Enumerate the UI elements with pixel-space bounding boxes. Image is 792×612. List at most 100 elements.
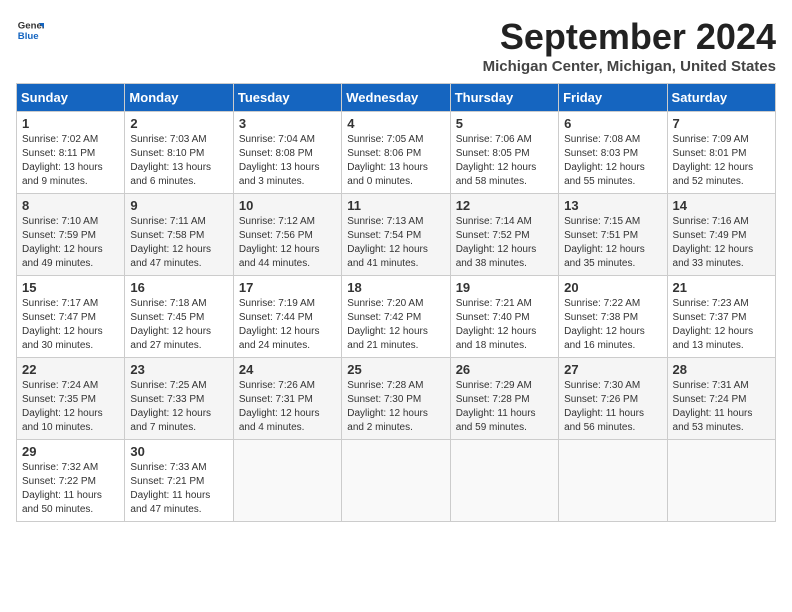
header-friday: Friday bbox=[559, 84, 667, 112]
table-cell: 10 Sunrise: 7:12 AMSunset: 7:56 PMDayligh… bbox=[233, 194, 341, 276]
day-number: 6 bbox=[564, 116, 661, 131]
table-cell: 22 Sunrise: 7:24 AMSunset: 7:35 PMDayligh… bbox=[17, 358, 125, 440]
day-number: 26 bbox=[456, 362, 553, 377]
header-monday: Monday bbox=[125, 84, 233, 112]
location-title: Michigan Center, Michigan, United States bbox=[483, 58, 776, 75]
table-cell: 27Sunrise: 7:30 AMSunset: 7:26 PMDayligh… bbox=[559, 358, 667, 440]
table-cell bbox=[559, 440, 667, 522]
table-cell: 23Sunrise: 7:25 AMSunset: 7:33 PMDayligh… bbox=[125, 358, 233, 440]
day-number: 17 bbox=[239, 280, 336, 295]
header-saturday: Saturday bbox=[667, 84, 775, 112]
day-number: 18 bbox=[347, 280, 444, 295]
table-cell: 26 Sunrise: 7:29 AMSunset: 7:28 PMDayligh… bbox=[450, 358, 558, 440]
table-cell: 21 Sunrise: 7:23 AMSunset: 7:37 PMDayligh… bbox=[667, 276, 775, 358]
day-number: 10 bbox=[239, 198, 336, 213]
svg-text:General: General bbox=[18, 20, 44, 31]
svg-text:Blue: Blue bbox=[18, 31, 39, 42]
day-number: 25 bbox=[347, 362, 444, 377]
day-number: 19 bbox=[456, 280, 553, 295]
day-info: Sunrise: 7:23 AMSunset: 7:37 PMDaylight:… bbox=[673, 297, 770, 353]
table-cell: 15 Sunrise: 7:17 AMSunset: 7:47 PMDayligh… bbox=[17, 276, 125, 358]
calendar-row: 29Sunrise: 7:32 AMSunset: 7:22 PMDayligh… bbox=[17, 440, 776, 522]
day-number: 4 bbox=[347, 116, 444, 131]
logo: General Blue bbox=[16, 16, 44, 44]
table-cell: 2Sunrise: 7:03 AMSunset: 8:10 PMDaylight… bbox=[125, 112, 233, 194]
calendar-table: Sunday Monday Tuesday Wednesday Thursday… bbox=[16, 83, 776, 522]
day-number: 28 bbox=[673, 362, 770, 377]
day-number: 21 bbox=[673, 280, 770, 295]
day-info: Sunrise: 7:19 AMSunset: 7:44 PMDaylight:… bbox=[239, 297, 336, 353]
day-number: 1 bbox=[22, 116, 119, 131]
day-info: Sunrise: 7:13 AMSunset: 7:54 PMDaylight:… bbox=[347, 215, 444, 271]
table-cell: 9Sunrise: 7:11 AMSunset: 7:58 PMDaylight… bbox=[125, 194, 233, 276]
table-cell: 6 Sunrise: 7:08 AMSunset: 8:03 PMDaylight… bbox=[559, 112, 667, 194]
table-cell bbox=[667, 440, 775, 522]
calendar-row: 1 Sunrise: 7:02 AMSunset: 8:11 PMDaylight… bbox=[17, 112, 776, 194]
header-wednesday: Wednesday bbox=[342, 84, 450, 112]
table-cell: 13 Sunrise: 7:15 AMSunset: 7:51 PMDayligh… bbox=[559, 194, 667, 276]
table-cell: 20 Sunrise: 7:22 AMSunset: 7:38 PMDayligh… bbox=[559, 276, 667, 358]
day-number: 14 bbox=[673, 198, 770, 213]
day-info: Sunrise: 7:04 AMSunset: 8:08 PMDaylight:… bbox=[239, 133, 336, 189]
day-info: Sunrise: 7:11 AMSunset: 7:58 PMDaylight:… bbox=[130, 215, 227, 271]
day-number: 2 bbox=[130, 116, 227, 131]
table-cell: 7Sunrise: 7:09 AMSunset: 8:01 PMDaylight… bbox=[667, 112, 775, 194]
logo-icon: General Blue bbox=[16, 16, 44, 44]
day-number: 12 bbox=[456, 198, 553, 213]
day-number: 20 bbox=[564, 280, 661, 295]
day-info: Sunrise: 7:33 AMSunset: 7:21 PMDaylight:… bbox=[130, 461, 227, 517]
day-info: Sunrise: 7:09 AMSunset: 8:01 PMDaylight:… bbox=[673, 133, 770, 189]
table-cell: 16Sunrise: 7:18 AMSunset: 7:45 PMDayligh… bbox=[125, 276, 233, 358]
day-number: 30 bbox=[130, 444, 227, 459]
day-info: Sunrise: 7:08 AMSunset: 8:03 PMDaylight:… bbox=[564, 133, 661, 189]
day-info: Sunrise: 7:29 AMSunset: 7:28 PMDaylight:… bbox=[456, 379, 553, 435]
month-title: September 2024 bbox=[483, 16, 776, 58]
day-info: Sunrise: 7:06 AMSunset: 8:05 PMDaylight:… bbox=[456, 133, 553, 189]
day-info: Sunrise: 7:17 AMSunset: 7:47 PMDaylight:… bbox=[22, 297, 119, 353]
table-cell bbox=[342, 440, 450, 522]
table-cell: 29Sunrise: 7:32 AMSunset: 7:22 PMDayligh… bbox=[17, 440, 125, 522]
day-info: Sunrise: 7:18 AMSunset: 7:45 PMDaylight:… bbox=[130, 297, 227, 353]
title-section: September 2024 Michigan Center, Michigan… bbox=[483, 16, 776, 75]
page-header: General Blue September 2024 Michigan Cen… bbox=[16, 16, 776, 75]
table-cell bbox=[233, 440, 341, 522]
day-number: 5 bbox=[456, 116, 553, 131]
header-tuesday: Tuesday bbox=[233, 84, 341, 112]
table-cell: 18 Sunrise: 7:20 AMSunset: 7:42 PMDayligh… bbox=[342, 276, 450, 358]
table-cell: 25 Sunrise: 7:28 AMSunset: 7:30 PMDayligh… bbox=[342, 358, 450, 440]
day-info: Sunrise: 7:16 AMSunset: 7:49 PMDaylight:… bbox=[673, 215, 770, 271]
day-number: 8 bbox=[22, 198, 119, 213]
calendar-row: 15 Sunrise: 7:17 AMSunset: 7:47 PMDayligh… bbox=[17, 276, 776, 358]
day-info: Sunrise: 7:12 AMSunset: 7:56 PMDaylight:… bbox=[239, 215, 336, 271]
table-cell: 14 Sunrise: 7:16 AMSunset: 7:49 PMDayligh… bbox=[667, 194, 775, 276]
day-info: Sunrise: 7:10 AMSunset: 7:59 PMDaylight:… bbox=[22, 215, 119, 271]
header-sunday: Sunday bbox=[17, 84, 125, 112]
table-cell: 19 Sunrise: 7:21 AMSunset: 7:40 PMDayligh… bbox=[450, 276, 558, 358]
table-cell: 5 Sunrise: 7:06 AMSunset: 8:05 PMDaylight… bbox=[450, 112, 558, 194]
day-info: Sunrise: 7:05 AMSunset: 8:06 PMDaylight:… bbox=[347, 133, 444, 189]
table-cell bbox=[450, 440, 558, 522]
day-info: Sunrise: 7:30 AMSunset: 7:26 PMDaylight:… bbox=[564, 379, 661, 435]
table-cell: 12Sunrise: 7:14 AMSunset: 7:52 PMDayligh… bbox=[450, 194, 558, 276]
day-info: Sunrise: 7:15 AMSunset: 7:51 PMDaylight:… bbox=[564, 215, 661, 271]
table-cell: 4 Sunrise: 7:05 AMSunset: 8:06 PMDaylight… bbox=[342, 112, 450, 194]
day-number: 15 bbox=[22, 280, 119, 295]
day-info: Sunrise: 7:22 AMSunset: 7:38 PMDaylight:… bbox=[564, 297, 661, 353]
day-info: Sunrise: 7:31 AMSunset: 7:24 PMDaylight:… bbox=[673, 379, 770, 435]
day-number: 13 bbox=[564, 198, 661, 213]
day-info: Sunrise: 7:02 AMSunset: 8:11 PMDaylight:… bbox=[22, 133, 119, 189]
day-info: Sunrise: 7:25 AMSunset: 7:33 PMDaylight:… bbox=[130, 379, 227, 435]
table-cell: 28 Sunrise: 7:31 AMSunset: 7:24 PMDayligh… bbox=[667, 358, 775, 440]
table-cell: 11Sunrise: 7:13 AMSunset: 7:54 PMDayligh… bbox=[342, 194, 450, 276]
table-cell: 8 Sunrise: 7:10 AMSunset: 7:59 PMDaylight… bbox=[17, 194, 125, 276]
day-info: Sunrise: 7:24 AMSunset: 7:35 PMDaylight:… bbox=[22, 379, 119, 435]
day-info: Sunrise: 7:28 AMSunset: 7:30 PMDaylight:… bbox=[347, 379, 444, 435]
day-info: Sunrise: 7:21 AMSunset: 7:40 PMDaylight:… bbox=[456, 297, 553, 353]
table-cell: 30 Sunrise: 7:33 AMSunset: 7:21 PMDayligh… bbox=[125, 440, 233, 522]
day-number: 24 bbox=[239, 362, 336, 377]
day-info: Sunrise: 7:20 AMSunset: 7:42 PMDaylight:… bbox=[347, 297, 444, 353]
table-cell: 1 Sunrise: 7:02 AMSunset: 8:11 PMDaylight… bbox=[17, 112, 125, 194]
day-info: Sunrise: 7:32 AMSunset: 7:22 PMDaylight:… bbox=[22, 461, 119, 517]
day-number: 22 bbox=[22, 362, 119, 377]
calendar-row: 22 Sunrise: 7:24 AMSunset: 7:35 PMDayligh… bbox=[17, 358, 776, 440]
